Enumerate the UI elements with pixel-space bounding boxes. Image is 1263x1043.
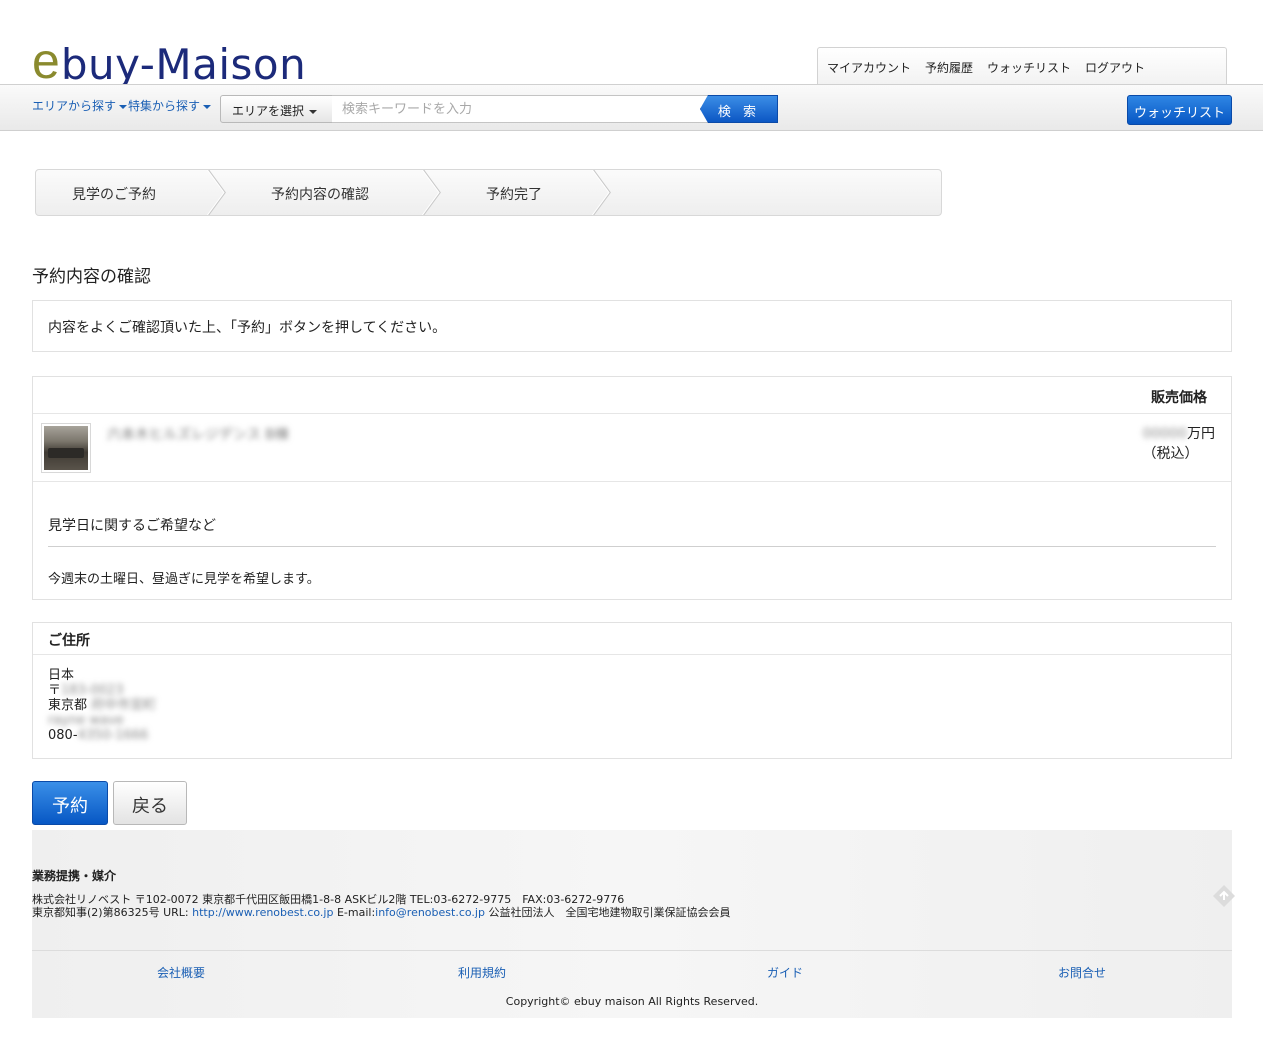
price-unit: 万円	[1187, 426, 1215, 442]
scroll-top-icon[interactable]	[1212, 884, 1236, 908]
tax-note: （税込）	[1142, 446, 1199, 462]
progress-steps: 見学のご予約 予約内容の確認 予約完了	[35, 169, 942, 216]
chevron-down-icon	[309, 109, 318, 114]
property-photo	[44, 426, 88, 470]
divider	[48, 546, 1216, 547]
footer-link-company[interactable]: 会社概要	[157, 964, 205, 981]
area-search-label: エリアから探す	[32, 99, 117, 113]
search-bar: エリアから探す 特集から探す エリアを選択 検 索 ウォッチリスト	[0, 84, 1263, 131]
address-city: 東京都 府中市宮町	[48, 698, 156, 713]
prefecture: 東京都	[48, 698, 88, 713]
phone-number: 4350-1666	[77, 728, 149, 743]
address-postal: 〒183-0023	[48, 683, 156, 698]
account-nav: マイアカウント 予約履歴 ウォッチリスト ログアウト	[817, 47, 1227, 87]
association-text: 公益社団法人 全国宅地建物取引業保証協会会員	[484, 906, 731, 919]
step-confirm: 予約内容の確認	[271, 187, 369, 203]
property-table-header: 販売価格	[33, 377, 1231, 414]
postal-code: 183-0023	[61, 683, 124, 698]
footer-link-contact[interactable]: お問合せ	[1058, 964, 1106, 981]
logo-e: e	[32, 33, 60, 89]
feature-search-menu[interactable]: 特集から探す	[128, 97, 212, 114]
copyright: Copyright© ebuy maison All Rights Reserv…	[505, 995, 759, 1008]
step-complete: 予約完了	[486, 187, 542, 203]
area-select-label: エリアを選択	[232, 104, 305, 118]
confirmation-notice: 内容をよくご確認頂いた上、「予約」ボタンを押してください。	[32, 300, 1232, 352]
visit-wish-text: 今週末の土曜日、昼過ぎに見学を希望します。	[48, 572, 320, 587]
footer-link-terms[interactable]: 利用規約	[458, 964, 506, 981]
property-table: 販売価格 六本木ヒルズレジデンス B棟 00000万円 （税込） 見学日に関する…	[32, 376, 1232, 600]
site-logo[interactable]: e buy-Maison	[32, 30, 306, 86]
company-url-link[interactable]: http://www.renobest.co.jp	[192, 906, 333, 919]
footer-links: 会社概要 利用規約 ガイド お問合せ Copyright© ebuy maiso…	[32, 950, 1232, 1018]
search-input[interactable]	[332, 95, 712, 123]
visit-wish-label: 見学日に関するご希望など	[48, 518, 216, 534]
step-arrow-icon	[591, 170, 611, 215]
footer-title: 業務提携・媒介	[32, 869, 117, 883]
property-price: 00000万円 （税込）	[1142, 424, 1215, 464]
nav-reservation-history[interactable]: 予約履歴	[925, 59, 973, 76]
step-arrow-icon	[206, 170, 226, 215]
email-label: E-mail:	[333, 906, 376, 919]
property-name[interactable]: 六本木ヒルズレジデンス B棟	[107, 424, 289, 444]
address-country: 日本	[48, 668, 75, 683]
chevron-down-icon	[119, 104, 128, 109]
price-value: 00000	[1142, 426, 1187, 442]
area-select-dropdown[interactable]: エリアを選択	[220, 95, 333, 123]
address-phone: 080-4350-1666	[48, 728, 156, 743]
nav-watchlist[interactable]: ウォッチリスト	[987, 59, 1071, 76]
back-button[interactable]: 戻る	[113, 781, 187, 825]
city: 府中市宮町	[91, 698, 157, 713]
reserve-button[interactable]: 予約	[32, 781, 108, 825]
address-section: ご住所 日本 〒183-0023 東京都 府中市宮町 rayne wave 08…	[32, 622, 1232, 759]
footer-link-guide[interactable]: ガイド	[767, 964, 803, 981]
watchlist-button[interactable]: ウォッチリスト	[1127, 95, 1232, 125]
address-header: ご住所	[33, 623, 1231, 655]
logo-text: buy-Maison	[60, 40, 307, 89]
address-street: rayne wave	[48, 713, 156, 728]
license-text: 東京都知事(2)第86325号 URL:	[32, 906, 193, 919]
company-email-link[interactable]: info@renobest.co.jp	[375, 906, 485, 919]
step-arrow-icon	[421, 170, 441, 215]
nav-logout[interactable]: ログアウト	[1085, 59, 1145, 76]
search-button[interactable]: 検 索	[700, 95, 778, 123]
footer: 業務提携・媒介 株式会社リノベスト 〒102-0072 東京都千代田区飯田橋1-…	[32, 830, 1232, 1018]
step-reservation: 見学のご予約	[72, 187, 156, 203]
nav-my-account[interactable]: マイアカウント	[827, 59, 911, 76]
property-row: 六本木ヒルズレジデンス B棟 00000万円 （税込）	[33, 414, 1231, 482]
price-column-header: 販売価格	[1151, 390, 1207, 406]
address-lines: 日本 〒183-0023 東京都 府中市宮町 rayne wave 080-43…	[48, 668, 156, 743]
property-thumbnail[interactable]	[41, 423, 91, 473]
phone-prefix: 080-	[48, 728, 78, 743]
footer-license-line: 東京都知事(2)第86325号 URL: http://www.renobest…	[32, 904, 730, 920]
street: rayne wave	[48, 713, 124, 728]
feature-search-label: 特集から探す	[128, 99, 201, 113]
page-title: 予約内容の確認	[32, 267, 151, 287]
area-search-menu[interactable]: エリアから探す	[32, 97, 128, 114]
postal-mark: 〒	[48, 683, 62, 698]
chevron-down-icon	[203, 104, 212, 109]
